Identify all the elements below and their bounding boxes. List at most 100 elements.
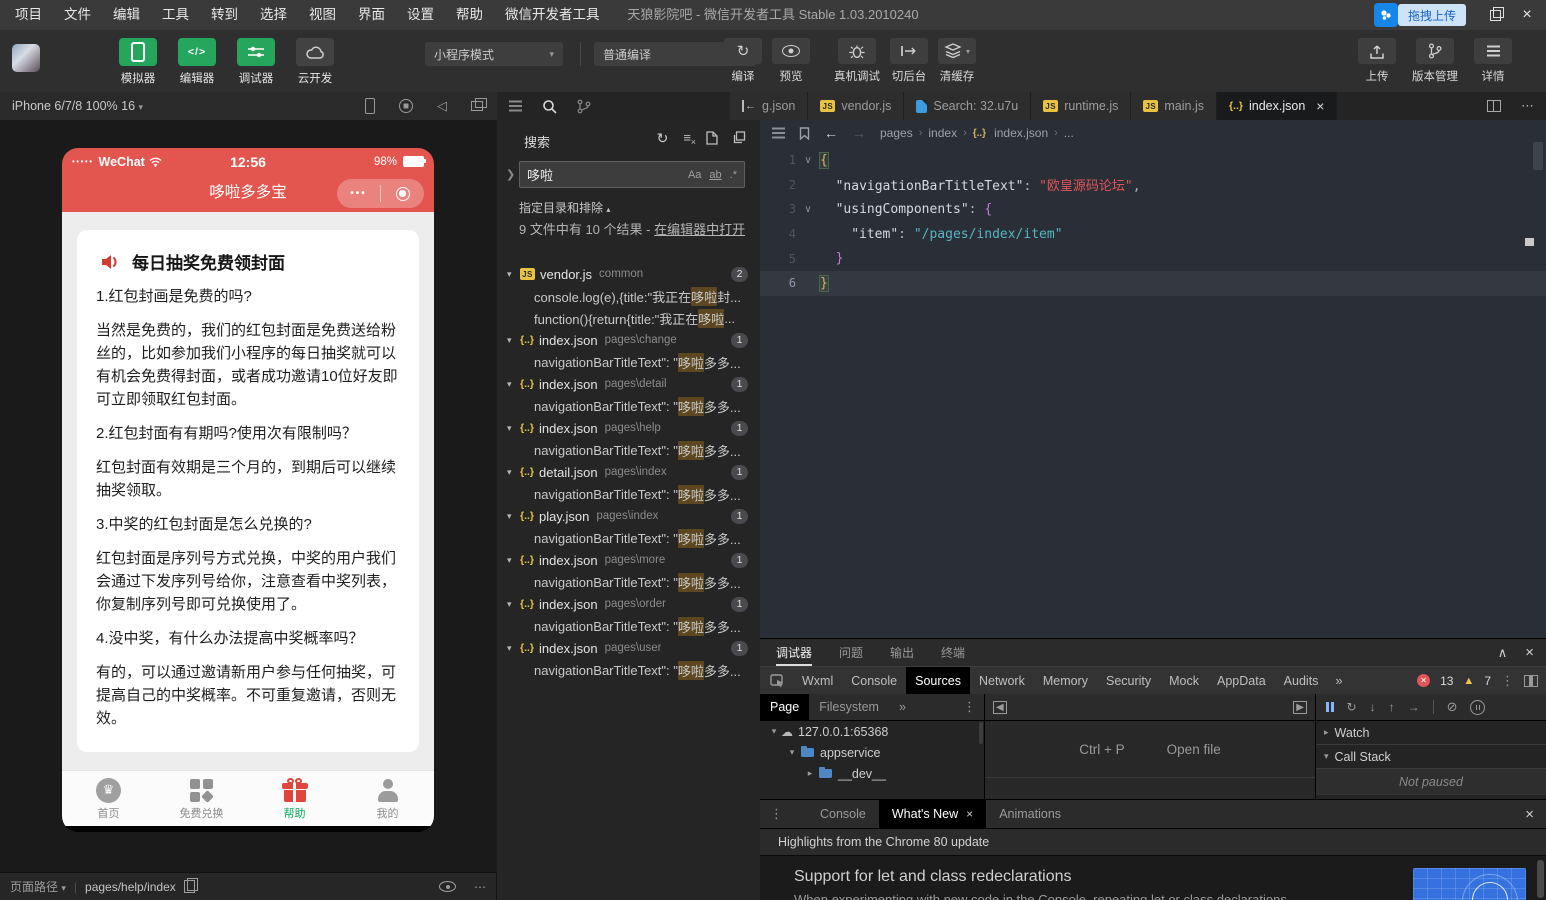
pause-on-exceptions-icon[interactable] — [1470, 700, 1485, 715]
step-icon[interactable]: → — [1408, 700, 1420, 714]
breadcrumb-item[interactable]: index.json — [994, 126, 1048, 140]
deactivate-breakpoints-icon[interactable]: ⊘ — [1447, 699, 1458, 715]
warning-icon[interactable]: ▲ — [1463, 675, 1474, 687]
source-control-icon[interactable] — [577, 99, 591, 114]
collapse-caret-icon[interactable]: ▾ — [507, 555, 520, 566]
open-file-label[interactable]: Open file — [1167, 742, 1221, 757]
article-title[interactable]: Support for let and class redeclarations — [794, 868, 1071, 886]
bookmark-icon[interactable] — [799, 127, 810, 140]
avatar[interactable] — [12, 44, 40, 72]
collapse-caret-icon[interactable]: ▾ — [507, 643, 520, 654]
device-frame-icon[interactable] — [365, 98, 375, 114]
collapse-results-icon[interactable] — [733, 131, 746, 144]
explorer-icon[interactable] — [509, 105, 522, 107]
search-result-match[interactable]: navigationBarTitleText": "哆啦多多... — [497, 527, 760, 549]
open-in-editor-link[interactable]: 在编辑器中打开 — [654, 222, 745, 237]
fold-chevron-icon[interactable]: ∨ — [796, 204, 820, 215]
show-debugger-icon[interactable]: ▶ — [1293, 701, 1307, 714]
chevron-down-icon[interactable]: ▾ — [768, 726, 780, 737]
chevron-right-icon[interactable]: ▸ — [804, 768, 816, 779]
pause-script-icon[interactable] — [1326, 702, 1334, 712]
collapse-caret-icon[interactable]: ▾ — [507, 423, 520, 434]
nav-back-icon[interactable]: ← — [824, 125, 838, 141]
devtools-tab-audits[interactable]: Audits — [1275, 667, 1328, 694]
visibility-icon[interactable] — [439, 881, 456, 892]
collapse-caret-icon[interactable]: ▾ — [507, 335, 520, 346]
device-select[interactable]: iPhone 6/7/8 100% 16 ▾ — [12, 92, 143, 121]
search-result-file-index-json-change[interactable]: ▾{..}index.jsonpages\change1 — [497, 329, 760, 351]
action-version-manage[interactable]: 版本管理 — [1412, 38, 1458, 84]
whole-word-icon[interactable]: ab — [709, 169, 721, 181]
devtools-tab-appdata[interactable]: AppData — [1208, 667, 1275, 694]
tab-page[interactable]: Page — [760, 694, 809, 720]
close-tab-icon[interactable]: × — [966, 807, 973, 821]
search-result-match[interactable]: navigationBarTitleText": "哆啦多多... — [497, 351, 760, 373]
watch-section[interactable]: ▸ Watch — [1316, 721, 1546, 745]
editor-scrollbar[interactable] — [1533, 142, 1543, 170]
chevron-down-icon[interactable]: ▾ — [786, 747, 798, 758]
menubar-item[interactable]: 帮助 — [445, 0, 494, 30]
error-icon[interactable]: ✕ — [1417, 674, 1430, 687]
phone-tab-redeem[interactable]: 免费兑换 — [155, 771, 248, 826]
clear-results-icon[interactable]: ≡ — [683, 130, 691, 145]
tab-filesystem[interactable]: Filesystem — [809, 694, 889, 720]
inspect-element-icon[interactable] — [770, 674, 785, 688]
close-panel-icon[interactable]: × — [1525, 644, 1534, 661]
search-icon[interactable] — [542, 99, 557, 114]
debugger-tab[interactable]: 调试器 — [776, 639, 812, 666]
file-tab-vendor-js[interactable]: JSvendor.js — [808, 92, 904, 120]
page-path-select[interactable]: 页面路径 ▾ — [10, 878, 66, 895]
menubar-item[interactable]: 微信开发者工具 — [494, 0, 611, 30]
refresh-results-icon[interactable]: ↻ — [657, 131, 669, 145]
more-tabs-icon[interactable]: » — [1327, 673, 1350, 688]
panel-toggle-simulator[interactable]: 模拟器 — [114, 38, 162, 86]
more-panels-icon[interactable]: » — [889, 694, 916, 720]
devtools-tab-wxml[interactable]: Wxml — [793, 667, 842, 694]
drawer-kebab-icon[interactable]: ⋮ — [760, 806, 793, 822]
nav-forward-icon[interactable]: → — [852, 125, 866, 141]
record-icon[interactable] — [399, 99, 413, 113]
file-tab-search-32u7u[interactable]: Search: 32.u7u — [904, 92, 1031, 120]
menubar-item[interactable]: 工具 — [151, 0, 200, 30]
sidebar-scrollbar[interactable] — [979, 722, 983, 744]
drawer-tab-console[interactable]: Console — [807, 800, 879, 828]
phone-tab-home[interactable]: ♛首页 — [62, 771, 155, 826]
float-window-icon[interactable] — [471, 101, 483, 111]
regex-icon[interactable]: .* — [730, 169, 737, 181]
collapse-caret-icon[interactable]: ▾ — [507, 511, 520, 522]
search-result-file-vendor-js-common[interactable]: ▾JSvendor.jscommon2 — [497, 263, 760, 285]
breadcrumb-item[interactable]: ... — [1064, 126, 1074, 140]
menubar-item[interactable]: 界面 — [347, 0, 396, 30]
resume-icon[interactable]: ↻ — [1347, 700, 1357, 714]
open-new-search-editor-icon[interactable] — [706, 131, 718, 145]
capsule-menu[interactable]: ••• — [337, 179, 424, 208]
call-stack-section[interactable]: ▾ Call Stack — [1316, 745, 1546, 769]
collapse-caret-icon[interactable]: ▾ — [507, 379, 520, 390]
search-result-match[interactable]: console.log(e),{title:"我正在哆啦封... — [497, 285, 760, 307]
menubar-item[interactable]: 文件 — [53, 0, 102, 30]
devtools-kebab-icon[interactable]: ⋮ — [1501, 673, 1514, 689]
file-tab-runtime-js[interactable]: JSruntime.js — [1031, 92, 1131, 120]
collapse-caret-icon[interactable]: ▾ — [507, 467, 520, 478]
drawer-tab-whats-new[interactable]: What's New× — [879, 800, 986, 828]
search-input[interactable]: 哆啦 Aa ab .* — [519, 161, 745, 188]
capsule-more-icon[interactable]: ••• — [337, 188, 380, 199]
code-line[interactable]: 3∨"usingComponents": { — [760, 197, 1546, 222]
code-line[interactable]: 5} — [760, 246, 1546, 271]
hide-navigator-icon[interactable]: ◀ — [993, 701, 1007, 714]
capsule-close-icon[interactable] — [381, 187, 424, 201]
search-result-file-play-json-index[interactable]: ▾{..}play.jsonpages\index1 — [497, 505, 760, 527]
menubar-item[interactable]: 转到 — [200, 0, 249, 30]
code-area[interactable]: 1∨{2"navigationBarTitleText": "欧皇源码论坛",3… — [760, 148, 1546, 296]
search-result-file-index-json-detail[interactable]: ▾{..}index.jsonpages\detail1 — [497, 373, 760, 395]
mode-select[interactable]: 小程序模式 ▾ — [425, 42, 563, 66]
collapse-caret-icon[interactable]: ▾ — [507, 599, 520, 610]
search-dirs-toggle[interactable]: 指定目录和排除 ▴ — [519, 199, 610, 216]
phone-tab-help[interactable]: 帮助 — [248, 771, 341, 826]
drawer-close-icon[interactable]: × — [1525, 806, 1534, 823]
search-result-file-index-json-more[interactable]: ▾{..}index.jsonpages\more1 — [497, 549, 760, 571]
mute-icon[interactable]: ◁ — [437, 98, 447, 114]
file-tab-g-json[interactable]: ←g.json — [730, 92, 808, 120]
search-result-match[interactable]: navigationBarTitleText": "哆啦多多... — [497, 571, 760, 593]
search-result-file-index-json-order[interactable]: ▾{..}index.jsonpages\order1 — [497, 593, 760, 615]
